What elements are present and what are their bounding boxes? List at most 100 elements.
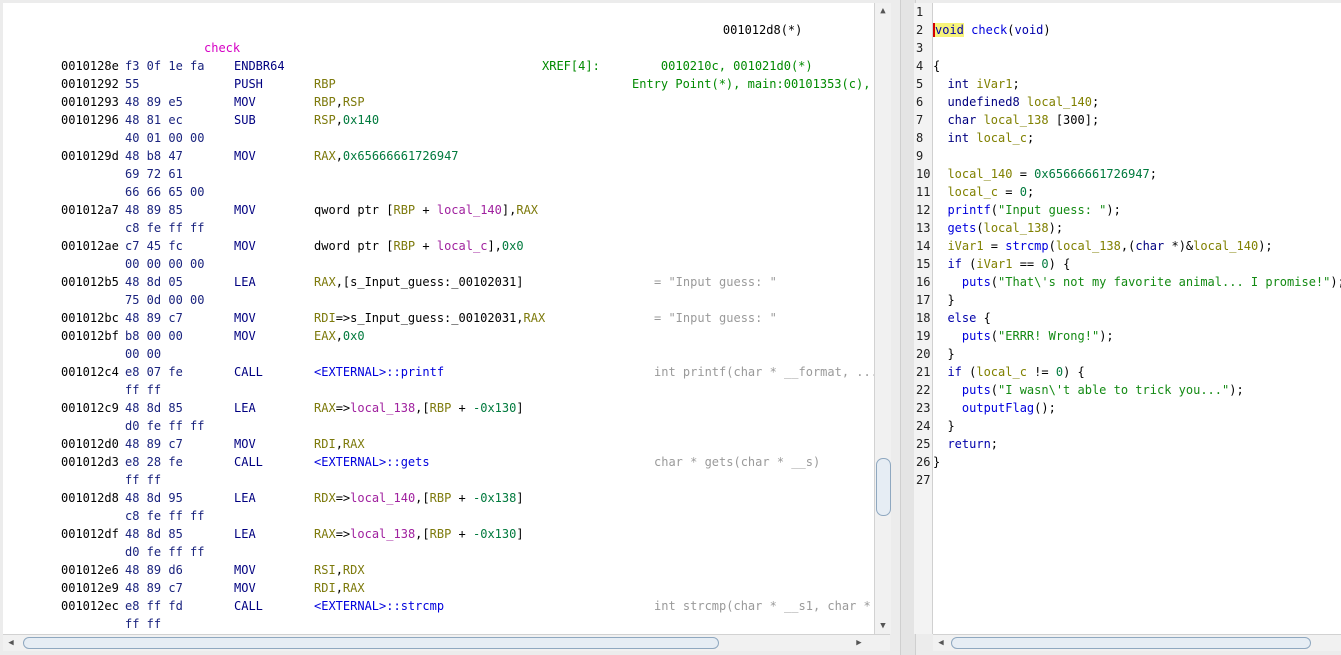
asm-row[interactable]: 001012d3 e8 28 fe CALL <EXTERNAL>::gets char… <box>3 453 874 471</box>
asm-row[interactable]: ff ff <box>3 471 874 489</box>
decompiler-line[interactable]: else { <box>933 309 990 327</box>
scroll-down-arrow-icon[interactable]: ▼ <box>877 620 889 632</box>
asm-row[interactable]: 00 00 <box>3 345 874 363</box>
asm-row[interactable]: c8 fe ff ff <box>3 219 874 237</box>
decompiler-line[interactable]: outputFlag(); <box>933 399 1056 417</box>
code-token[interactable]: local_140 <box>1027 95 1092 109</box>
decompiler-line[interactable]: local_c = 0; <box>933 183 1034 201</box>
asm-row[interactable]: 00 00 00 00 <box>3 255 874 273</box>
decompiler-line[interactable]: void check(void) <box>933 21 1051 39</box>
decompiler-line[interactable]: } <box>933 291 954 309</box>
code-token[interactable]: check <box>971 23 1007 37</box>
asm-row[interactable]: 001012d8 48 8d 95 LEA RDX=>local_140,[RBP +… <box>3 489 874 507</box>
asm-row[interactable]: 001012e9 48 89 c7 MOV RDI,RAX <box>3 579 874 597</box>
asm-row[interactable]: 00101293 48 89 e5 MOV RBP,RSP <box>3 93 874 111</box>
decompiler-line[interactable]: int iVar1; <box>933 75 1019 93</box>
code-token[interactable]: local_138 <box>984 113 1049 127</box>
decompiler-line[interactable]: char local_138 [300]; <box>933 111 1099 129</box>
function-name[interactable]: check <box>204 39 240 57</box>
scroll-left-arrow-icon[interactable]: ◀ <box>5 637 17 649</box>
code-token[interactable]: iVar1 <box>976 77 1012 91</box>
asm-row[interactable]: 001012c9 48 8d 85 LEA RAX=>local_138,[RBP +… <box>3 399 874 417</box>
asm-row[interactable]: 001012bf b8 00 00 MOV EAX,0x0 <box>3 327 874 345</box>
decomp-scroll-left-arrow-icon[interactable]: ◀ <box>935 637 947 649</box>
listing-hscroll-thumb[interactable] <box>23 637 719 649</box>
asm-row[interactable]: d0 fe ff ff <box>3 417 874 435</box>
listing-panel[interactable]: 001012d8(*) check XREF[4]: Entry Point(*… <box>3 3 874 634</box>
code-token[interactable]: local_c <box>976 131 1027 145</box>
asm-row[interactable]: c8 fe ff ff <box>3 507 874 525</box>
decompiler-line[interactable]: puts("That\'s not my favorite animal... … <box>933 273 1341 291</box>
decompiler-line[interactable]: gets(local_138); <box>933 219 1063 237</box>
listing-vertical-scrollbar[interactable]: ▲ ▼ <box>874 3 891 634</box>
asm-row[interactable]: 66 66 65 00 <box>3 183 874 201</box>
asm-row[interactable]: ff ff <box>3 615 874 633</box>
operand-token[interactable]: local_140 <box>350 491 415 505</box>
code-token[interactable]: printf <box>933 203 990 217</box>
decompiler-line[interactable]: iVar1 = strcmp(local_138,(char *)&local_… <box>933 237 1272 255</box>
operand-token[interactable]: <EXTERNAL>::strcmp <box>314 599 444 613</box>
asm-row[interactable]: 0010129d 48 b8 47 MOV RAX,0x65666661726947 <box>3 147 874 165</box>
asm-row[interactable]: 001012e6 48 89 d6 MOV RSI,RDX <box>3 561 874 579</box>
operand-token[interactable]: <EXTERNAL>::printf <box>314 365 444 379</box>
asm-row[interactable]: 0010128e f3 0f 1e fa ENDBR64 <box>3 57 874 75</box>
decompiler-line[interactable]: if (iVar1 == 0) { <box>933 255 1070 273</box>
asm-row[interactable]: 00101296 48 81 ec SUB RSP,0x140 <box>3 111 874 129</box>
code-token[interactable]: local_138 <box>984 221 1049 235</box>
operand-token[interactable]: local_c <box>437 239 488 253</box>
code-token[interactable]: puts <box>933 275 991 289</box>
operand-token[interactable]: local_138 <box>350 401 415 415</box>
decompiler-horizontal-scrollbar[interactable]: ◀ <box>933 634 1341 651</box>
decompiler-line[interactable]: return; <box>933 435 998 453</box>
scroll-up-arrow-icon[interactable]: ▲ <box>877 5 889 17</box>
asm-row[interactable]: 001012ec e8 ff fd CALL <EXTERNAL>::strcmp in… <box>3 597 874 615</box>
decompiler-line[interactable]: } <box>933 453 940 471</box>
asm-bytes: c8 fe ff ff <box>125 221 205 235</box>
decompiler-line[interactable]: undefined8 local_140; <box>933 93 1099 111</box>
asm-row[interactable]: 69 72 61 <box>3 165 874 183</box>
asm-row[interactable]: 001012d0 48 89 c7 MOV RDI,RAX <box>3 435 874 453</box>
asm-row[interactable]: 001012ae c7 45 fc MOV dword ptr [RBP + loca… <box>3 237 874 255</box>
asm-row[interactable]: 001012b5 48 8d 05 LEA RAX,[s_Input_guess:_0… <box>3 273 874 291</box>
decompiler-line[interactable]: { <box>933 57 940 75</box>
decomp-hscroll-thumb[interactable] <box>951 637 1311 649</box>
code-token[interactable]: gets <box>933 221 976 235</box>
code-token[interactable]: iVar1 <box>976 257 1012 271</box>
asm-row[interactable]: 001012bc 48 89 c7 MOV RDI=>s_Input_guess:_0… <box>3 309 874 327</box>
asm-row[interactable]: 40 01 00 00 <box>3 129 874 147</box>
code-token[interactable]: local_c <box>976 365 1027 379</box>
asm-row[interactable]: 001012df 48 8d 85 LEA RAX=>local_138,[RBP +… <box>3 525 874 543</box>
code-token[interactable]: strcmp <box>1005 239 1048 253</box>
asm-bytes: 48 89 e5 <box>125 95 183 109</box>
code-token[interactable]: local_140 <box>1193 239 1258 253</box>
code-token[interactable]: puts <box>933 329 991 343</box>
decompiler-line[interactable]: puts("I wasn\'t able to trick you..."); <box>933 381 1244 399</box>
decompiler-line[interactable]: if (local_c != 0) { <box>933 363 1084 381</box>
decompiler-line[interactable]: int local_c; <box>933 129 1034 147</box>
asm-row[interactable]: ff ff <box>3 381 874 399</box>
decompiler-line[interactable]: } <box>933 345 954 363</box>
operand-token[interactable]: <EXTERNAL>::gets <box>314 455 430 469</box>
asm-row[interactable]: d0 fe ff ff <box>3 543 874 561</box>
asm-row[interactable]: 001012c4 e8 07 fe CALL <EXTERNAL>::printf in… <box>3 363 874 381</box>
decompiler-line[interactable]: printf("Input guess: "); <box>933 201 1120 219</box>
code-token[interactable]: local_138 <box>1056 239 1121 253</box>
decompiler-line[interactable]: puts("ERRR! Wrong!"); <box>933 327 1114 345</box>
listing-scroll-thumb[interactable] <box>876 458 891 516</box>
operand-token[interactable]: local_138 <box>350 527 415 541</box>
code-token[interactable]: puts <box>933 383 991 397</box>
code-token[interactable]: iVar1 <box>933 239 983 253</box>
asm-row[interactable]: 00101292 55 PUSH RBP <box>3 75 874 93</box>
listing-horizontal-scrollbar[interactable]: ◀ ▶ <box>3 634 890 651</box>
operand-token[interactable]: local_140 <box>437 203 502 217</box>
code-token[interactable]: local_140 <box>933 167 1012 181</box>
asm-row[interactable]: 75 0d 00 00 <box>3 291 874 309</box>
decompiler-line[interactable]: } <box>933 417 954 435</box>
asm-operands: RAX=>local_138,[RBP + -0x130] <box>314 525 524 543</box>
decompiler-panel[interactable]: void check(void) { int iVar1; undefined8 … <box>933 3 1341 634</box>
code-token[interactable]: outputFlag <box>933 401 1034 415</box>
scroll-right-arrow-icon[interactable]: ▶ <box>853 637 865 649</box>
code-token[interactable]: local_c <box>933 185 998 199</box>
asm-row[interactable]: 001012a7 48 89 85 MOV qword ptr [RBP + loca… <box>3 201 874 219</box>
decompiler-line[interactable]: local_140 = 0x65666661726947; <box>933 165 1157 183</box>
